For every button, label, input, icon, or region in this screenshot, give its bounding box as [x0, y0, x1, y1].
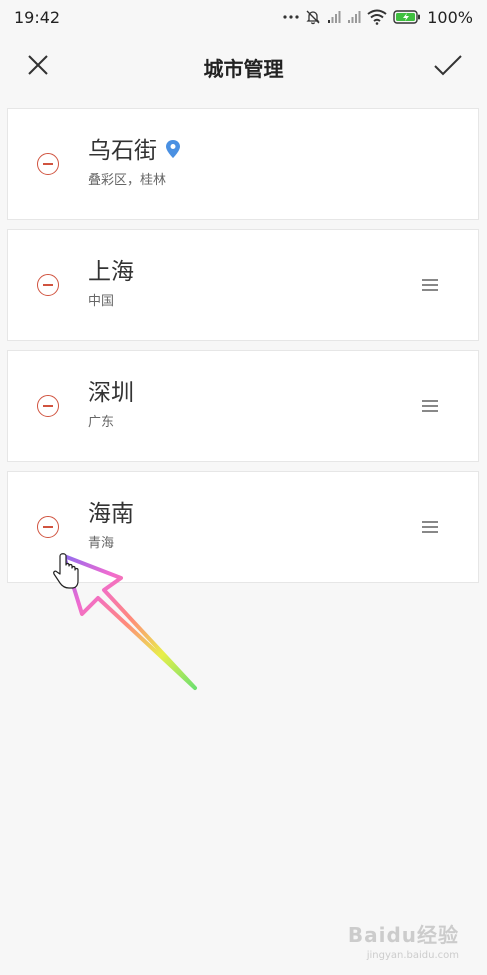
city-info: 海南 青海: [88, 500, 134, 552]
city-info: 上海 中国: [88, 258, 134, 310]
city-card: 深圳 广东: [7, 350, 479, 462]
drag-handle-icon[interactable]: [422, 521, 438, 533]
city-name: 海南: [88, 501, 134, 527]
remove-city-button[interactable]: [37, 395, 59, 417]
remove-city-button[interactable]: [37, 516, 59, 538]
signal-icon: [327, 10, 341, 24]
battery-charging-icon: [393, 10, 421, 24]
city-name: 深圳: [88, 380, 134, 406]
checkmark-icon: [433, 53, 463, 81]
watermark-sub: jingyan.baidu.com: [366, 950, 459, 961]
status-icons: 100%: [283, 8, 473, 27]
header: 城市管理: [0, 34, 487, 100]
status-bar: 19:42 100%: [0, 0, 487, 34]
mute-bell-icon: [305, 9, 321, 25]
watermark: Baidu经验 jingyan.baidu.com: [348, 919, 459, 961]
battery-percent: 100%: [427, 7, 473, 27]
city-region: 叠彩区，桂林: [88, 173, 167, 188]
city-info: 乌石街 叠彩区，桂林: [88, 137, 181, 189]
close-button[interactable]: [21, 50, 55, 84]
more-dots-icon: [283, 14, 299, 20]
page-title: 城市管理: [203, 56, 284, 81]
status-time: 19:42: [14, 7, 61, 27]
city-card: 上海 中国: [7, 229, 479, 341]
city-region: 广东: [88, 415, 115, 430]
city-region: 中国: [88, 294, 115, 309]
location-pin-icon: [165, 139, 181, 163]
city-name: 上海: [88, 259, 134, 285]
city-name: 乌石街: [88, 138, 157, 164]
minus-icon: [43, 284, 53, 286]
city-info: 深圳 广东: [88, 379, 134, 431]
remove-city-button[interactable]: [37, 274, 59, 296]
signal-icon: [347, 10, 361, 24]
drag-handle-icon[interactable]: [422, 279, 438, 291]
minus-icon: [43, 405, 53, 407]
drag-handle-icon[interactable]: [422, 400, 438, 412]
city-card: 乌石街 叠彩区，桂林: [7, 108, 479, 220]
remove-city-button[interactable]: [37, 153, 59, 175]
city-list: 乌石街 叠彩区，桂林 上海 中国 深圳 广东 海南 青海: [7, 108, 479, 592]
minus-icon: [43, 163, 53, 165]
wifi-icon: [367, 9, 387, 25]
city-region: 青海: [88, 536, 115, 551]
close-icon: [26, 53, 50, 81]
minus-icon: [43, 526, 53, 528]
confirm-button[interactable]: [431, 50, 465, 84]
watermark-main: Baidu经验: [347, 923, 459, 947]
city-card: 海南 青海: [7, 471, 479, 583]
